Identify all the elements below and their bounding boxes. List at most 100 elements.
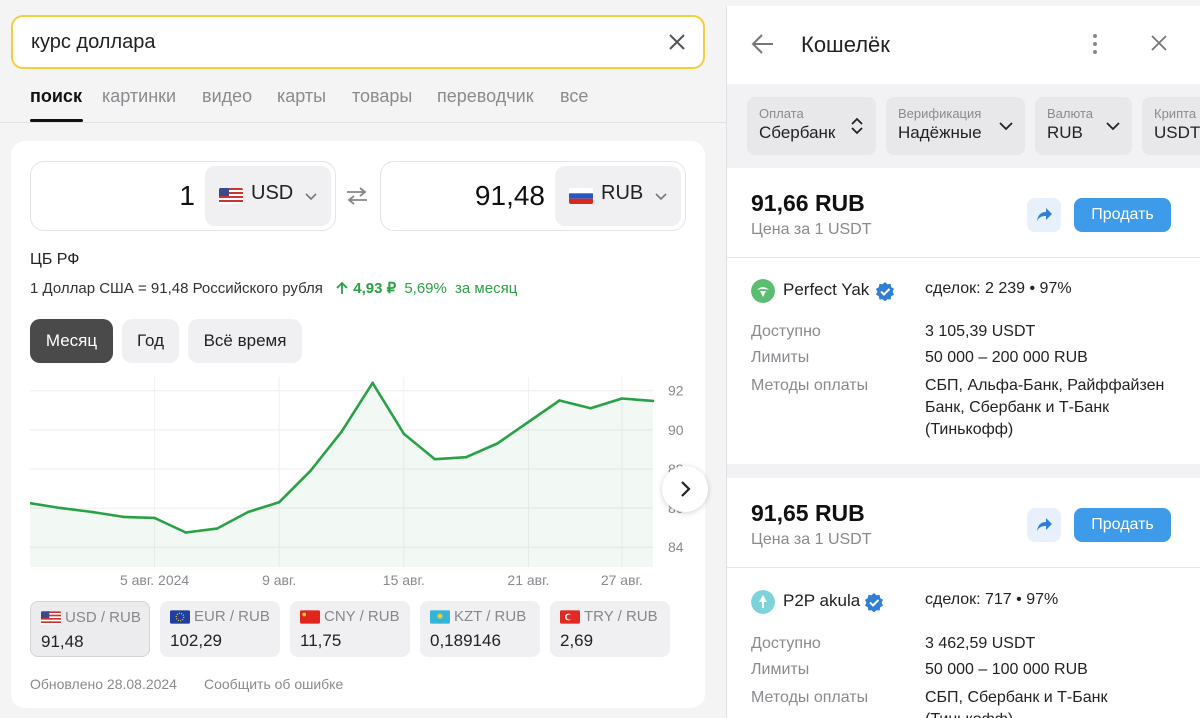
pair-kzt-rub[interactable]: KZT / RUB 0,189146 <box>420 601 540 657</box>
offer-separator <box>727 464 1200 478</box>
filter-label: Крипта <box>1154 106 1197 121</box>
period-month-button[interactable]: Месяц <box>30 319 113 363</box>
search-input[interactable]: курс доллара <box>31 31 156 54</box>
filter-value: Надёжные <box>898 123 982 142</box>
data-point <box>589 407 592 410</box>
from-currency-code: USD <box>251 182 294 204</box>
arrow-left-icon[interactable] <box>751 33 775 55</box>
report-error-link[interactable]: Сообщить об ошибке <box>204 676 343 692</box>
sell-button[interactable]: Продать <box>1074 198 1171 232</box>
data-point <box>277 500 281 504</box>
from-currency-select[interactable]: USD <box>205 166 331 226</box>
x-tick-label: 9 авг. <box>262 572 296 587</box>
data-point <box>433 457 437 461</box>
to-amount-field[interactable]: 91,48 RUB <box>380 161 686 231</box>
limits-value: 50 000 – 100 000 RUB <box>925 661 1088 678</box>
clear-icon[interactable] <box>665 30 689 54</box>
kz-flag-icon <box>430 610 450 624</box>
rate-chart: 84868890925 авг. 20249 авг.15 авг.21 авг… <box>30 377 684 587</box>
x-tick-label: 27 авг. <box>601 572 643 587</box>
verified-icon <box>865 593 883 612</box>
tab-translator[interactable]: переводчик <box>437 86 534 107</box>
period-alltime-button[interactable]: Всё время <box>188 319 302 363</box>
wallet-header: Кошелёк <box>727 6 1200 84</box>
methods-value: СБП, Альфа-Банк, Райффайзен Банк, Сберба… <box>925 377 1165 438</box>
from-amount-field[interactable]: 1 USD <box>30 161 336 231</box>
available-label: Доступно <box>751 323 821 340</box>
eu-flag-icon <box>170 610 190 624</box>
from-amount[interactable]: 1 <box>179 180 195 212</box>
currency-card: 1 USD 91,48 RUB ЦБ РФ 1 Доллар США = 91,… <box>11 141 705 708</box>
share-button[interactable] <box>1027 198 1061 232</box>
data-point <box>371 381 374 385</box>
pair-try-rub[interactable]: TRY / RUB 2,69 <box>550 601 670 657</box>
data-point <box>59 506 63 510</box>
active-tab-indicator <box>30 119 83 122</box>
filter-verification[interactable]: Верификация Надёжные <box>886 97 1025 155</box>
seller-name[interactable]: P2P akula <box>783 591 860 611</box>
seller-name[interactable]: Perfect Yak <box>783 280 869 300</box>
arrow-up-icon <box>336 281 348 294</box>
tab-all[interactable]: все <box>560 86 588 107</box>
x-tick-label: 15 авг. <box>383 572 425 587</box>
pair-eur-rub[interactable]: EUR / RUB 102,29 <box>160 601 280 657</box>
offer-price-unit: Цена за 1 USDT <box>751 531 872 548</box>
filter-label: Валюта <box>1047 106 1093 121</box>
pair-name: USD / RUB <box>65 609 141 626</box>
filter-payment[interactable]: Оплата Сбербанк <box>747 97 876 155</box>
data-point <box>122 515 125 519</box>
filter-value: RUB <box>1047 123 1083 142</box>
tab-goods[interactable]: товары <box>352 86 412 107</box>
filter-value: USDT <box>1154 123 1200 142</box>
pair-cny-rub[interactable]: CNY / RUB 11,75 <box>290 601 410 657</box>
next-pairs-button[interactable] <box>662 466 708 512</box>
y-tick-label: 92 <box>668 383 684 399</box>
limits-label: Лимиты <box>751 349 810 366</box>
chevron-down-icon <box>999 122 1013 131</box>
period-year-button[interactable]: Год <box>122 319 179 363</box>
seller-deals: сделок: 2 239 • 97% <box>925 280 1072 297</box>
tr-flag-icon <box>560 610 580 624</box>
rate-change-period: за месяц <box>455 280 518 297</box>
filter-value: Сбербанк <box>759 123 836 142</box>
seller-avatar[interactable] <box>751 279 775 303</box>
to-currency-select[interactable]: RUB <box>555 166 681 226</box>
filter-currency[interactable]: Валюта RUB <box>1035 97 1132 155</box>
seller-avatar[interactable] <box>751 590 775 614</box>
tab-search[interactable]: поиск <box>30 86 82 107</box>
close-icon[interactable] <box>1149 33 1169 53</box>
us-flag-icon <box>41 611 61 625</box>
data-point <box>495 442 499 445</box>
data-point <box>340 430 343 434</box>
us-flag-icon <box>219 188 243 204</box>
sell-button[interactable]: Продать <box>1074 508 1171 542</box>
pair-usd-rub[interactable]: USD / RUB 91,48 <box>30 601 150 657</box>
data-point <box>402 432 406 436</box>
pair-name: CNY / RUB <box>324 608 400 625</box>
tab-maps[interactable]: карты <box>277 86 326 107</box>
data-point <box>527 420 530 424</box>
pair-name: EUR / RUB <box>194 608 270 625</box>
sort-updown-icon <box>851 117 863 135</box>
to-amount[interactable]: 91,48 <box>475 180 545 212</box>
data-point <box>651 399 655 403</box>
share-button[interactable] <box>1027 508 1061 542</box>
seller-deals: сделок: 717 • 97% <box>925 591 1059 608</box>
y-tick-label: 84 <box>668 539 684 555</box>
ru-flag-icon <box>569 188 593 204</box>
more-vertical-icon[interactable] <box>1087 32 1103 56</box>
data-point <box>620 397 624 400</box>
tab-video[interactable]: видео <box>202 86 252 107</box>
pair-name: KZT / RUB <box>454 608 527 625</box>
swap-icon[interactable] <box>345 186 369 206</box>
tabs-divider <box>0 122 726 123</box>
data-point <box>558 399 561 402</box>
filter-crypto[interactable]: Крипта USDT <box>1142 97 1200 155</box>
methods-value: СБП, Сбербанк и Т-Банк (Тинькофф) <box>925 689 1108 718</box>
available-label: Доступно <box>751 635 821 652</box>
tab-images[interactable]: картинки <box>102 86 176 107</box>
search-box[interactable]: курс доллара <box>11 15 705 69</box>
divider <box>727 257 1200 258</box>
chevron-down-icon <box>1106 122 1120 131</box>
wallet-filters: Оплата Сбербанк Верификация Надёжные Вал… <box>727 84 1200 168</box>
